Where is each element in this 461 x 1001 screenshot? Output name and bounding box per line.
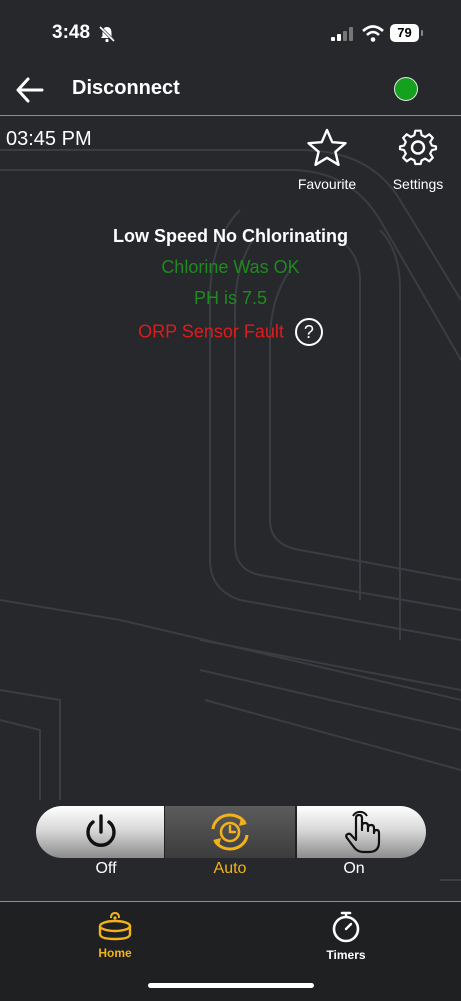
auto-clock-icon — [211, 813, 249, 851]
silent-bell-icon — [98, 25, 116, 48]
nav-bar: Disconnect — [0, 66, 461, 116]
battery-nub — [421, 30, 423, 36]
back-button[interactable] — [14, 76, 46, 104]
back-arrow-icon — [16, 77, 44, 103]
home-indicator[interactable] — [148, 983, 314, 988]
star-icon — [307, 128, 347, 166]
page-title: Disconnect — [72, 77, 180, 99]
mode-auto-button[interactable] — [165, 806, 295, 858]
gear-icon — [398, 129, 438, 166]
help-icon[interactable]: ? — [294, 318, 323, 346]
tab-home-label: Home — [98, 946, 132, 960]
tab-timers-label: Timers — [326, 948, 366, 962]
device-clock: 03:45 PM — [6, 128, 92, 150]
stopwatch-icon — [332, 911, 360, 943]
mode-off-label: Off — [95, 860, 117, 877]
settings-button[interactable]: Settings — [385, 128, 451, 194]
mode-on-button[interactable] — [295, 806, 426, 858]
wifi-icon — [362, 25, 384, 47]
mode-on-label: On — [343, 860, 365, 877]
tab-timers[interactable]: Timers — [296, 910, 396, 962]
mode-selector — [36, 806, 426, 858]
ph-status: PH is 7.5 — [193, 288, 268, 308]
chlorine-status: Chlorine Was OK — [161, 257, 300, 277]
connection-status-indicator[interactable] — [394, 77, 418, 101]
orp-status: ORP Sensor Fault — [138, 321, 284, 342]
mode-off-button[interactable] — [36, 806, 165, 858]
battery-indicator: 79 — [390, 24, 419, 42]
favourite-button[interactable]: Favourite — [294, 128, 360, 194]
orp-status-row: ORP Sensor Fault ? — [0, 318, 461, 346]
cellular-signal-icon — [331, 27, 353, 46]
status-bar: 3:48 79 — [0, 0, 461, 66]
tab-home[interactable]: Home — [65, 910, 165, 960]
mode-auto-label: Auto — [213, 860, 247, 877]
hand-pointer-icon — [345, 810, 381, 854]
settings-label: Settings — [392, 176, 444, 192]
favourite-label: Favourite — [297, 176, 357, 192]
status-time: 3:48 — [52, 22, 91, 43]
power-icon — [86, 814, 116, 847]
status-headline: Low Speed No Chlorinating — [113, 226, 348, 246]
pool-home-icon — [98, 911, 132, 941]
